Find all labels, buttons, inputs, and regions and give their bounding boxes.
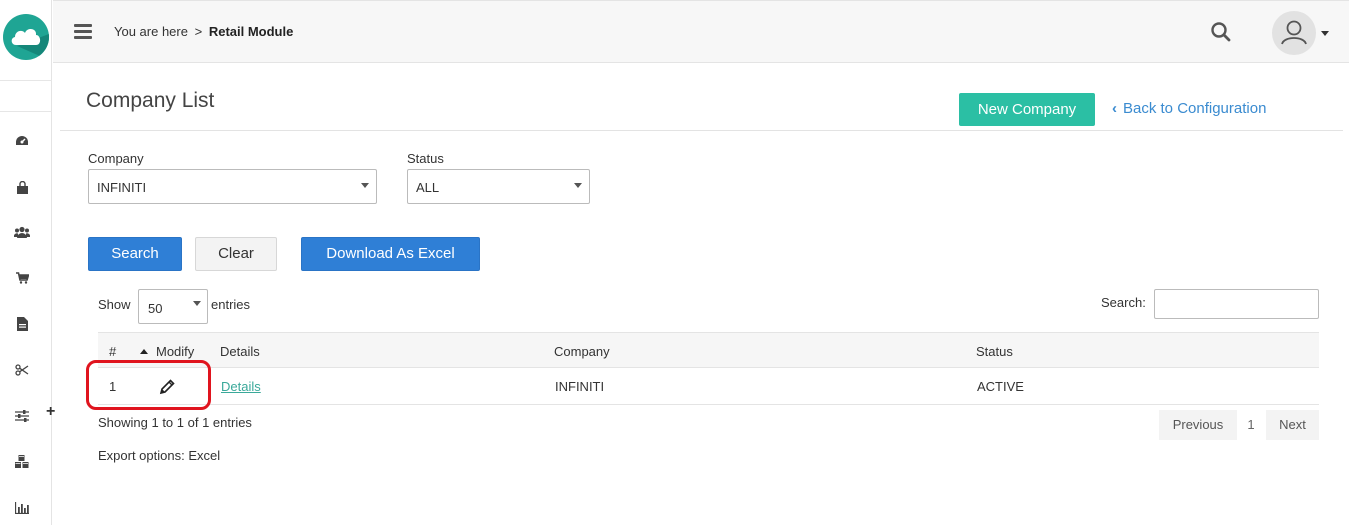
page-title: Company List [86, 89, 215, 112]
user-avatar-icon[interactable] [1272, 11, 1316, 55]
show-label: Show [98, 297, 131, 312]
users-icon[interactable] [12, 224, 32, 240]
column-header-details[interactable]: Details [220, 344, 260, 359]
page-size-select[interactable]: 50 [138, 289, 208, 324]
header-divider [60, 130, 1343, 131]
breadcrumb: You are here > Retail Module [114, 24, 293, 39]
cubes-icon[interactable] [12, 454, 32, 470]
entries-label: entries [211, 297, 251, 312]
company-select-value: INFINITI [97, 180, 147, 195]
hamburger-menu-icon[interactable] [74, 24, 92, 40]
sidebar-divider [0, 80, 52, 81]
column-header-modify-label: Modify [156, 344, 195, 359]
scissors-icon[interactable] [12, 362, 32, 378]
row-company: INFINITI [555, 379, 605, 394]
table-search-input[interactable] [1154, 289, 1319, 319]
column-header-company[interactable]: Company [554, 344, 610, 359]
page-size-value: 50 [148, 301, 163, 316]
document-icon[interactable] [12, 316, 32, 332]
export-options[interactable]: Export options: Excel [98, 448, 220, 463]
table-row: 1 Details INFINITI ACTIVE [98, 368, 1319, 405]
sliders-icon[interactable] [12, 408, 32, 424]
plus-icon[interactable]: + [46, 404, 55, 420]
pagination-page-1[interactable]: 1 [1237, 410, 1265, 440]
column-header-status[interactable]: Status [976, 344, 1013, 359]
sidebar-divider [0, 111, 52, 112]
table-search-label: Search: [1101, 295, 1146, 310]
details-link[interactable]: Details [221, 379, 261, 394]
table-header-row: # Modify Details Company Status [98, 332, 1319, 368]
modify-highlight-annotation [86, 360, 211, 410]
chevron-down-icon [361, 183, 369, 188]
company-filter-label: Company [88, 151, 144, 166]
sort-asc-icon [140, 349, 148, 354]
new-company-button[interactable]: New Company [959, 93, 1095, 126]
search-button[interactable]: Search [88, 237, 182, 271]
breadcrumb-separator: > [194, 24, 203, 39]
row-status: ACTIVE [977, 379, 1024, 394]
shopping-bag-icon[interactable] [12, 179, 32, 195]
breadcrumb-current[interactable]: Retail Module [209, 24, 294, 39]
chevron-down-icon [193, 301, 201, 306]
clear-button[interactable]: Clear [195, 237, 277, 271]
status-filter-label: Status [407, 151, 444, 166]
search-icon[interactable] [1210, 21, 1232, 43]
cart-icon[interactable] [12, 270, 32, 286]
download-excel-button[interactable]: Download As Excel [301, 237, 480, 271]
company-select[interactable]: INFINITI [88, 169, 377, 204]
cloud-logo-icon[interactable] [3, 14, 49, 60]
back-link-label: Back to Configuration [1123, 100, 1267, 117]
breadcrumb-prefix: You are here [114, 24, 188, 39]
user-menu-caret-icon[interactable] [1321, 31, 1329, 36]
top-bar: You are here > Retail Module [53, 0, 1349, 63]
bar-chart-icon[interactable] [12, 500, 32, 516]
status-select[interactable]: ALL [407, 169, 590, 204]
pagination-next-button[interactable]: Next [1266, 410, 1319, 440]
pagination-previous-button[interactable]: Previous [1159, 410, 1237, 440]
column-header-modify[interactable]: Modify [140, 344, 194, 359]
column-header-index[interactable]: # [109, 344, 116, 359]
status-select-value: ALL [416, 180, 440, 195]
chevron-down-icon [574, 183, 582, 188]
sidebar: + [0, 0, 55, 525]
back-to-configuration-link[interactable]: ‹ Back to Configuration [1112, 100, 1266, 117]
table-info: Showing 1 to 1 of 1 entries [98, 415, 252, 430]
dashboard-icon[interactable] [12, 133, 32, 149]
chevron-left-icon: ‹ [1112, 100, 1117, 117]
